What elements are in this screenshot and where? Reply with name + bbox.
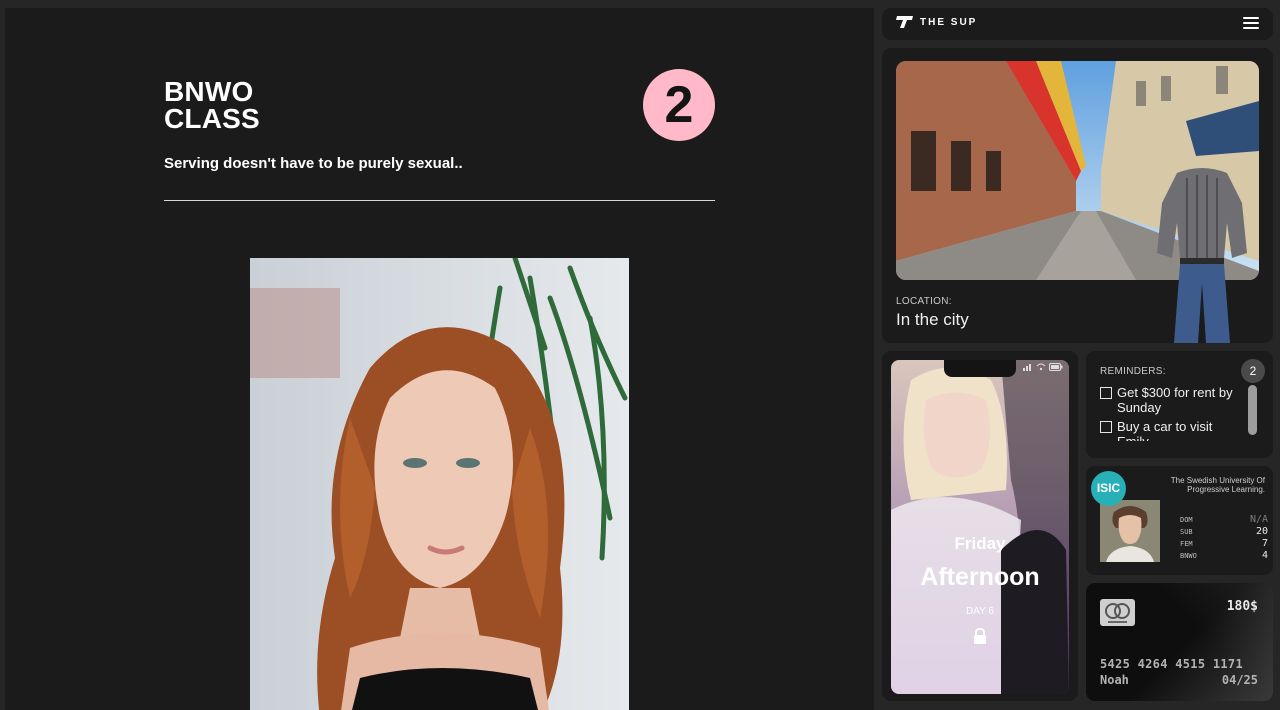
page-subtitle: Serving doesn't have to be purely sexual…	[164, 155, 463, 172]
phone-card: Friday Afternoon DAY 6	[882, 351, 1078, 701]
reminder-checkbox[interactable]	[1100, 387, 1112, 399]
stat-label: DOM	[1180, 516, 1193, 524]
phone-day: Friday	[954, 534, 1006, 553]
isic-badge: ISIC	[1091, 471, 1126, 506]
signal-icon	[1023, 364, 1031, 371]
location-card: LOCATION: In the city	[882, 48, 1273, 343]
reminder-item: Buy a car to visit Emily	[1100, 419, 1242, 441]
phone-time-of-day: Afternoon	[920, 563, 1040, 591]
stat-row: DOM N/A	[1180, 514, 1268, 526]
stat-row: FEM 7	[1180, 538, 1268, 550]
logo-mark-icon	[896, 16, 913, 28]
sidebar: THE SUP LOCATION: In the city Friday Aft…	[874, 0, 1280, 710]
reminder-item: Get $300 for rent by Sunday	[1100, 385, 1242, 415]
stat-value: 4	[1261, 550, 1268, 561]
phone-day-number: DAY 6	[966, 606, 994, 617]
card-expiry: 04/25	[1221, 673, 1258, 687]
reminders-list: Get $300 for rent by Sunday Buy a car to…	[1100, 385, 1242, 441]
main-content: BNWO CLASS 2 Serving doesn't have to be …	[5, 8, 874, 710]
card-balance: 180$	[1226, 599, 1258, 614]
title-line-1: BNWO	[164, 76, 254, 107]
page-title: BNWO CLASS	[164, 76, 260, 134]
stat-value: 20	[1255, 526, 1268, 537]
phone-status-icons	[1023, 363, 1063, 371]
id-stats: DOM N/A SUB 20 FEM 7 BNWO 4	[1180, 514, 1268, 562]
university-name: The Swedish University Of Progressive Le…	[1170, 476, 1265, 494]
reminders-count-badge: 2	[1241, 359, 1265, 383]
logo[interactable]: THE SUP	[896, 15, 977, 29]
stat-row: SUB 20	[1180, 526, 1268, 538]
stat-value: N/A	[1249, 514, 1268, 525]
hamburger-menu-icon[interactable]	[1243, 17, 1259, 30]
student-id-card: The Swedish University Of Progressive Le…	[1086, 466, 1273, 575]
reminder-checkbox[interactable]	[1100, 421, 1112, 433]
stat-label: FEM	[1180, 540, 1193, 548]
stat-label: SUB	[1180, 528, 1193, 536]
portrait-photo	[250, 258, 629, 710]
class-number-badge: 2	[643, 69, 715, 141]
location-value: In the city	[896, 310, 969, 329]
phone-screen[interactable]: Friday Afternoon DAY 6	[891, 360, 1069, 694]
reminders-label: REMINDERS:	[1100, 366, 1166, 377]
card-number: 5425 4264 4515 1171	[1100, 657, 1243, 671]
logo-text: THE SUP	[920, 16, 978, 28]
battery-icon	[1049, 363, 1063, 371]
stat-row: BNWO 4	[1180, 550, 1268, 562]
id-photo	[1100, 500, 1160, 562]
app-frame: BNWO CLASS 2 Serving doesn't have to be …	[0, 0, 1280, 710]
reminder-text: Buy a car to visit Emily	[1117, 419, 1213, 441]
top-nav-bar: THE SUP	[882, 8, 1273, 40]
reminders-card: REMINDERS: 2 Get $300 for rent by Sunday…	[1086, 351, 1273, 458]
phone-notch	[944, 360, 1016, 377]
character-figure	[1157, 168, 1247, 343]
title-line-2: CLASS	[164, 103, 260, 134]
reminder-text: Get $300 for rent by Sunday	[1117, 385, 1233, 415]
location-label: LOCATION:	[896, 296, 952, 307]
wifi-icon	[1036, 363, 1046, 371]
divider	[164, 200, 715, 201]
stat-label: BNWO	[1180, 552, 1197, 560]
reminders-scrollbar[interactable]	[1248, 385, 1257, 435]
mastercard-icon	[1100, 599, 1135, 626]
lock-icon[interactable]	[973, 628, 987, 645]
stat-value: 7	[1261, 538, 1268, 549]
card-holder: Noah	[1100, 673, 1129, 687]
credit-card[interactable]: 180$ 5425 4264 4515 1171 Noah 04/25	[1086, 583, 1273, 701]
